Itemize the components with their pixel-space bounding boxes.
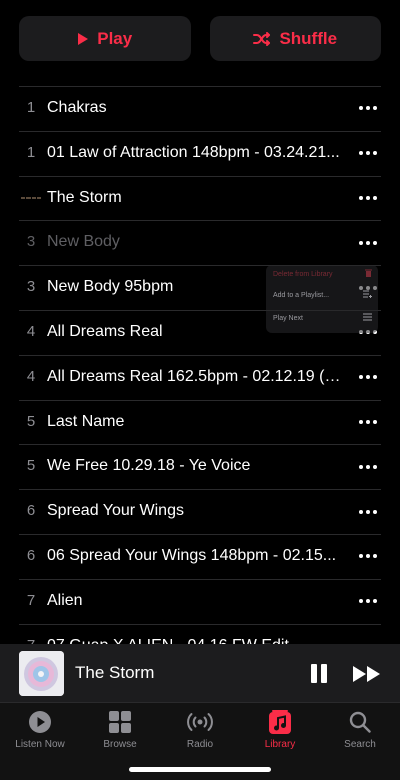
tab-label: Search <box>344 739 376 750</box>
search-icon <box>320 709 400 735</box>
context-menu-item-delete[interactable]: Delete from Library <box>273 269 372 279</box>
trash-icon <box>365 269 372 279</box>
pause-button[interactable] <box>308 663 330 685</box>
more-options-icon[interactable] <box>356 489 380 534</box>
track-number: 1 <box>26 143 36 161</box>
tab-listen-now[interactable]: Listen Now <box>0 709 80 750</box>
more-options-icon[interactable] <box>356 220 380 265</box>
shuffle-button-label: Shuffle <box>279 28 338 48</box>
track-row[interactable]: 4 All Dreams Real 162.5bpm - 02.12.19 (C.… <box>0 354 400 400</box>
track-title: Last Name <box>47 412 125 430</box>
more-options-icon[interactable] <box>356 624 380 646</box>
track-row[interactable]: 5 Last Name <box>0 399 400 445</box>
more-options-icon[interactable] <box>356 534 380 579</box>
track-row[interactable]: 6 06 Spread Your Wings 148bpm - 02.15... <box>0 533 400 579</box>
track-row[interactable]: 7 Alien <box>0 578 400 624</box>
track-row[interactable]: 3 New Body <box>0 220 400 265</box>
track-title: All Dreams Real 162.5bpm - 02.12.19 (C..… <box>47 367 344 385</box>
mini-player[interactable]: The Storm <box>0 644 400 702</box>
track-title: New Body <box>47 233 120 251</box>
tab-label: Library <box>264 739 296 750</box>
track-number: 4 <box>26 367 36 385</box>
track-number: 4 <box>26 322 36 340</box>
track-row[interactable]: 7 07 Guap X ALIEN - 04.16 FW Edit... <box>0 623 400 646</box>
now-playing-title: The Storm <box>75 663 155 682</box>
tab-library[interactable]: Library <box>240 709 320 750</box>
more-options-icon[interactable] <box>356 131 380 176</box>
play-button[interactable]: Play <box>19 16 191 61</box>
track-title: 01 Law of Attraction 148bpm - 03.24.21..… <box>47 143 340 161</box>
tab-label: Radio <box>186 739 214 750</box>
track-number: 1 <box>26 99 36 116</box>
play-circle-icon <box>0 709 80 735</box>
track-number: 7 <box>26 591 36 609</box>
track-row[interactable]: 5 We Free 10.29.18 - Ye Voice <box>0 444 400 489</box>
more-options-icon[interactable] <box>356 355 380 400</box>
grid-icon <box>80 709 160 735</box>
context-menu-item-label: Play Next <box>273 314 303 322</box>
play-button-label: Play <box>97 28 133 48</box>
tab-search[interactable]: Search <box>320 709 400 750</box>
track-row[interactable]: The Storm <box>0 175 400 221</box>
radio-waves-icon <box>160 709 240 735</box>
tab-browse[interactable]: Browse <box>80 709 160 750</box>
next-track-button[interactable] <box>352 664 382 684</box>
track-title: Chakras <box>47 99 107 116</box>
track-title: We Free 10.29.18 - Ye Voice <box>47 457 251 475</box>
track-number: 6 <box>26 546 36 564</box>
track-title: 07 Guap X ALIEN - 04.16 FW Edit... <box>47 636 303 646</box>
track-row[interactable]: 1 Chakras <box>0 86 400 131</box>
more-options-icon[interactable] <box>356 444 380 489</box>
play-next-icon <box>363 313 372 323</box>
top-buttons: Play Shuffle <box>19 16 381 61</box>
play-icon <box>77 32 89 46</box>
track-number: 5 <box>26 412 36 430</box>
more-options-icon[interactable] <box>356 86 380 131</box>
track-title: 06 Spread Your Wings 148bpm - 02.15... <box>47 546 337 564</box>
track-number: 5 <box>26 457 36 475</box>
track-number: 6 <box>26 502 36 520</box>
track-row[interactable]: 1 01 Law of Attraction 148bpm - 03.24.21.… <box>0 130 400 176</box>
more-options-icon[interactable] <box>356 400 380 445</box>
home-indicator[interactable] <box>129 767 271 772</box>
more-options-icon[interactable] <box>356 579 380 624</box>
context-menu: Delete from Library Add to a Playlist...… <box>266 265 378 333</box>
more-options-icon[interactable] <box>356 176 380 221</box>
track-row[interactable]: 6 Spread Your Wings <box>0 489 400 534</box>
tab-label: Listen Now <box>15 739 65 750</box>
track-title: Alien <box>47 591 83 609</box>
add-to-playlist-icon <box>363 290 372 300</box>
tab-radio[interactable]: Radio <box>160 709 240 750</box>
track-title: The Storm <box>47 188 122 206</box>
track-number: 3 <box>26 233 36 251</box>
track-number: 3 <box>26 278 36 296</box>
context-menu-item-label: Add to a Playlist... <box>273 291 330 299</box>
album-art <box>19 651 64 696</box>
track-title: Spread Your Wings <box>47 502 184 520</box>
context-menu-item-add-to-playlist[interactable]: Add to a Playlist... <box>273 290 372 300</box>
shuffle-icon <box>253 31 271 46</box>
context-menu-item-label: Delete from Library <box>273 270 333 278</box>
now-playing-indicator-icon <box>21 196 41 199</box>
track-list: 1 Chakras 1 01 Law of Attraction 148bpm - 0… <box>0 86 400 646</box>
tab-label: Browse <box>103 739 137 750</box>
shuffle-button[interactable]: Shuffle <box>209 16 381 61</box>
fast-forward-icon <box>352 666 382 688</box>
context-menu-item-play-next[interactable]: Play Next <box>273 313 372 323</box>
music-library-icon <box>240 709 320 735</box>
track-number: 7 <box>26 636 36 646</box>
